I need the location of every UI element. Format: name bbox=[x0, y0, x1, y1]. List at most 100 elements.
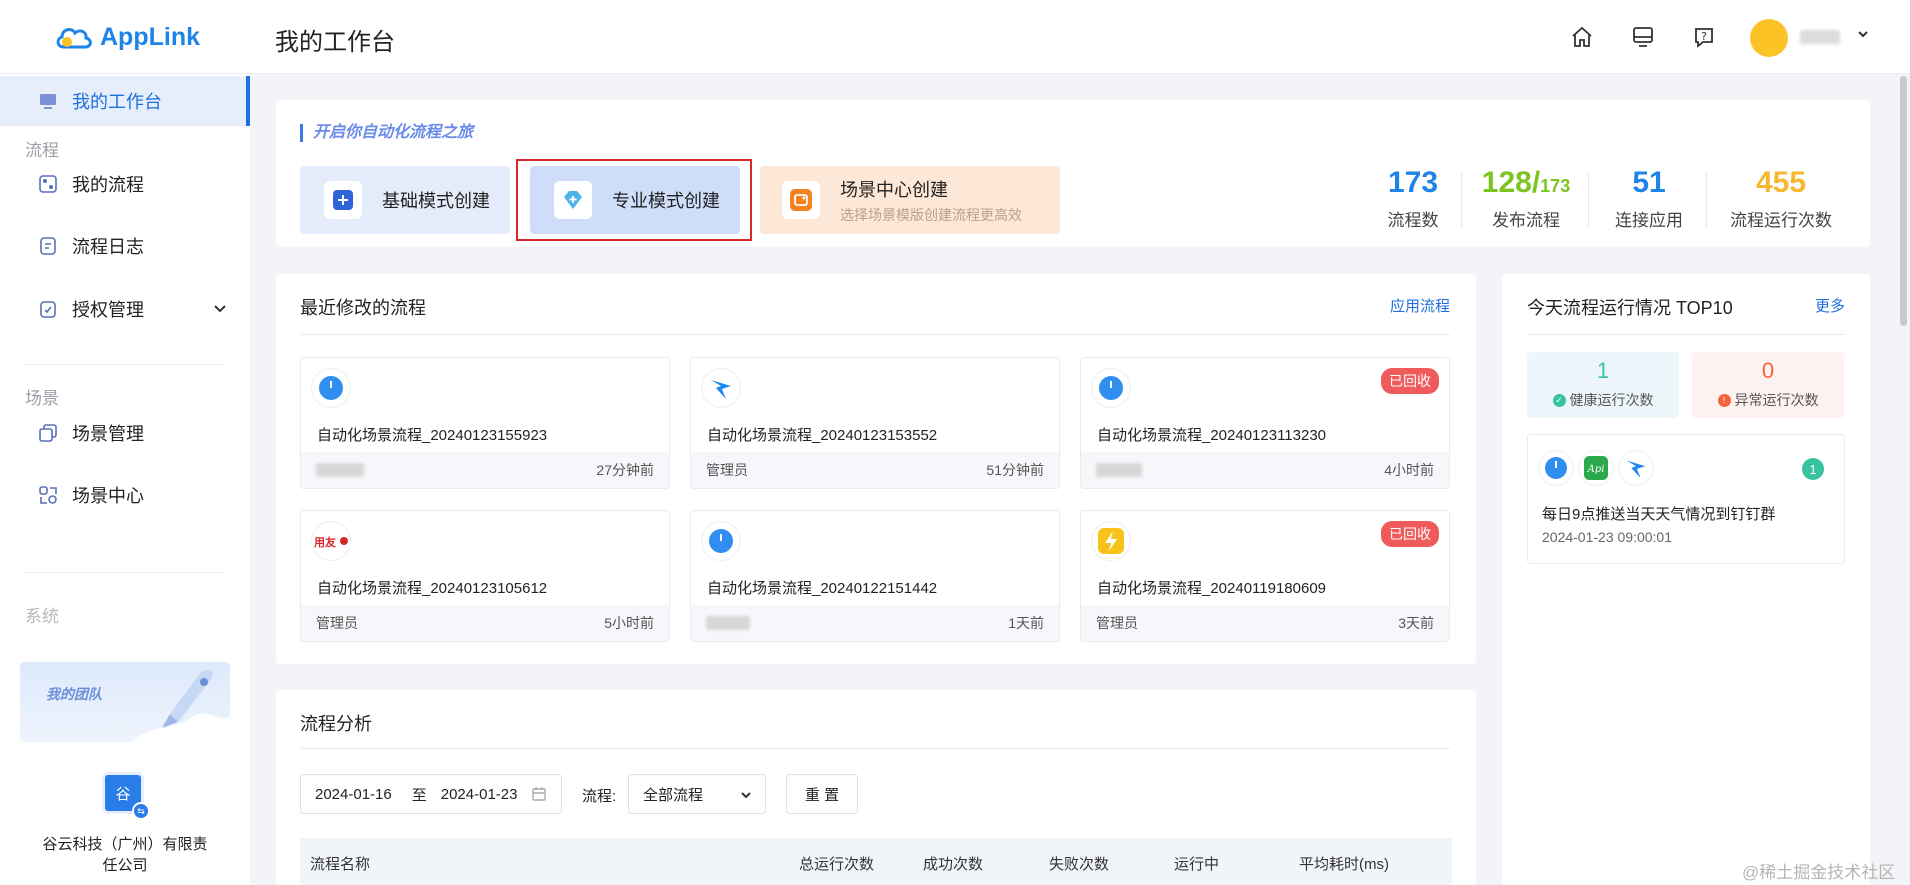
recent-flows-title: 最近修改的流程 bbox=[300, 298, 426, 318]
sidebar-item-label: 场景中心 bbox=[72, 486, 144, 506]
divider bbox=[300, 334, 1450, 335]
date-separator: 至 bbox=[411, 786, 427, 804]
date-from[interactable]: 2024-01-16 bbox=[315, 786, 392, 803]
flow-footer: 管理员 3天前 bbox=[1081, 605, 1449, 641]
svg-text:Api: Api bbox=[1587, 464, 1605, 475]
flow-filter-select[interactable]: 全部流程 bbox=[628, 774, 766, 814]
flow-footer: 管理员 5小时前 bbox=[301, 605, 669, 641]
applink-logo[interactable]: AppLink bbox=[54, 20, 200, 54]
flow-owner-blurred bbox=[316, 463, 364, 477]
stat-runs-value: 455 bbox=[1755, 166, 1807, 199]
basic-mode-label: 基础模式创建 bbox=[382, 191, 490, 211]
flow-card[interactable]: 自动化场景流程_20240123155923 27分钟前 bbox=[300, 357, 670, 489]
flow-footer: 4小时前 bbox=[1081, 452, 1449, 488]
sidebar-item-label: 流程日志 bbox=[72, 237, 144, 257]
stat-runs: 455 流程运行次数 bbox=[1722, 166, 1840, 231]
flow-time: 1天前 bbox=[1008, 615, 1044, 631]
check-icon: ✓ bbox=[1552, 393, 1566, 407]
sidebar: 我的工作台 流程 我的流程 流程日志 授权管理 场景 场景管理 场景中心 系统 … bbox=[0, 74, 250, 885]
sidebar-group-scene: 场景 bbox=[25, 389, 59, 408]
stat-flows-label: 流程数 bbox=[1387, 211, 1439, 230]
recycled-badge: 已回收 bbox=[1381, 521, 1439, 547]
sidebar-item-my-flows[interactable]: 我的流程 bbox=[0, 159, 250, 209]
flow-card[interactable]: 已回收 自动化场景流程_20240119180609 管理员 3天前 bbox=[1080, 510, 1450, 642]
home-icon[interactable] bbox=[1567, 22, 1597, 52]
flow-card[interactable]: 自动化场景流程_20240123153552 管理员 51分钟前 bbox=[690, 357, 1060, 489]
scene-center-create-button[interactable]: 场景中心创建 选择场景模版创建流程更高效 bbox=[760, 166, 1060, 234]
analysis-table-header: 流程名称 总运行次数 成功次数 失败次数 运行中 平均耗时(ms) bbox=[300, 838, 1452, 885]
switch-icon[interactable]: ⇆ bbox=[132, 802, 150, 820]
flow-owner: 管理员 bbox=[1096, 615, 1138, 631]
sidebar-item-workbench[interactable]: 我的工作台 bbox=[0, 76, 250, 126]
healthy-runs-card: 1 ✓ 健康运行次数 bbox=[1527, 352, 1679, 418]
column-header: 成功次数 bbox=[923, 856, 984, 873]
column-header: 运行中 bbox=[1174, 856, 1220, 873]
flow-owner-blurred bbox=[706, 616, 750, 630]
monitor-icon[interactable] bbox=[1628, 22, 1658, 52]
analysis-title: 流程分析 bbox=[300, 714, 372, 734]
stat-published-label: 发布流程 bbox=[1492, 211, 1560, 230]
team-label: 我的团队 bbox=[46, 686, 102, 702]
flow-card[interactable]: 已回收 自动化场景流程_20240123113230 4小时前 bbox=[1080, 357, 1450, 489]
stat-flows-value: 173 bbox=[1387, 166, 1439, 199]
flow-owner-blurred bbox=[1096, 463, 1142, 477]
flow-card[interactable]: 用友 自动化场景流程_20240123105612 管理员 5小时前 bbox=[300, 510, 670, 642]
flow-owner: 管理员 bbox=[316, 615, 358, 631]
user-name-blurred[interactable] bbox=[1800, 30, 1840, 44]
sidebar-item-label: 场景管理 bbox=[72, 424, 144, 444]
stat-flows: 173 流程数 bbox=[1378, 166, 1448, 231]
chevron-down-icon[interactable] bbox=[212, 300, 228, 316]
page-scrollbar[interactable] bbox=[1900, 76, 1907, 326]
flow-name: 自动化场景流程_20240119180609 bbox=[1097, 580, 1327, 597]
flow-icon bbox=[39, 175, 57, 193]
apply-flow-link[interactable]: 应用流程 bbox=[1390, 295, 1450, 316]
warning-icon: ! bbox=[1717, 393, 1731, 407]
run-time: 2024-01-23 09:00:01 bbox=[1542, 529, 1672, 545]
calendar-icon bbox=[532, 787, 547, 801]
help-icon[interactable]: ? bbox=[1689, 22, 1719, 52]
logo-text: AppLink bbox=[100, 22, 200, 51]
team-banner: 我的团队 bbox=[20, 662, 230, 742]
reset-button[interactable]: 重 置 bbox=[786, 774, 858, 814]
clipboard-check-icon bbox=[40, 301, 56, 318]
sidebar-item-label: 授权管理 bbox=[72, 300, 144, 320]
sidebar-item-auth-manage[interactable]: 授权管理 bbox=[0, 284, 250, 334]
sidebar-group-flow: 流程 bbox=[25, 141, 59, 160]
scene-center-icon bbox=[39, 486, 57, 504]
sidebar-item-scene-manage[interactable]: 场景管理 bbox=[0, 408, 250, 458]
create-banner: 开启你自动化流程之旅 bbox=[300, 124, 473, 142]
divider bbox=[300, 748, 1450, 749]
sidebar-divider bbox=[25, 572, 225, 573]
stat-published-value: 128/ bbox=[1481, 166, 1541, 199]
sidebar-item-label: 我的流程 bbox=[72, 175, 144, 195]
basic-mode-create-button[interactable]: 基础模式创建 bbox=[300, 166, 510, 234]
run-flow-name: 每日9点推送当天天气情况到钉钉群 bbox=[1542, 506, 1776, 523]
column-header: 失败次数 bbox=[1049, 856, 1110, 873]
layers-icon bbox=[39, 424, 57, 442]
date-to[interactable]: 2024-01-23 bbox=[441, 786, 518, 803]
sidebar-item-flow-logs[interactable]: 流程日志 bbox=[0, 221, 250, 271]
flow-name: 自动化场景流程_20240123105612 bbox=[317, 580, 548, 597]
api-icon: Api bbox=[1578, 450, 1614, 486]
team-card[interactable]: 我的团队 谷 ⇆ 谷云科技（广州）有限责任公司 bbox=[20, 662, 230, 874]
flow-name: 自动化场景流程_20240123153552 bbox=[707, 427, 938, 444]
healthy-runs-label: 健康运行次数 bbox=[1569, 392, 1654, 408]
flow-card[interactable]: 自动化场景流程_20240122151442 1天前 bbox=[690, 510, 1060, 642]
user-avatar[interactable] bbox=[1750, 19, 1788, 57]
flow-name: 自动化场景流程_20240123155923 bbox=[317, 427, 548, 444]
sidebar-item-scene-center[interactable]: 场景中心 bbox=[0, 470, 250, 520]
column-header: 总运行次数 bbox=[799, 856, 875, 873]
svg-text:用友: 用友 bbox=[314, 535, 336, 549]
dingtalk-icon bbox=[1618, 450, 1654, 486]
divider bbox=[1527, 334, 1845, 335]
more-link[interactable]: 更多 bbox=[1815, 295, 1845, 316]
flow-filter-value: 全部流程 bbox=[643, 786, 704, 804]
run-card[interactable]: Api 1 每日9点推送当天天气情况到钉钉群 2024-01-23 09:00:… bbox=[1527, 434, 1845, 564]
flow-time: 4小时前 bbox=[1384, 462, 1434, 478]
date-range-picker[interactable]: 2024-01-16 至 2024-01-23 bbox=[300, 774, 562, 814]
log-icon bbox=[40, 237, 56, 255]
stat-apps-label: 连接应用 bbox=[1615, 211, 1683, 230]
chevron-down-icon[interactable] bbox=[1856, 27, 1870, 46]
cloud-logo-icon bbox=[56, 28, 92, 49]
flow-filter-label: 流程: bbox=[582, 788, 617, 805]
